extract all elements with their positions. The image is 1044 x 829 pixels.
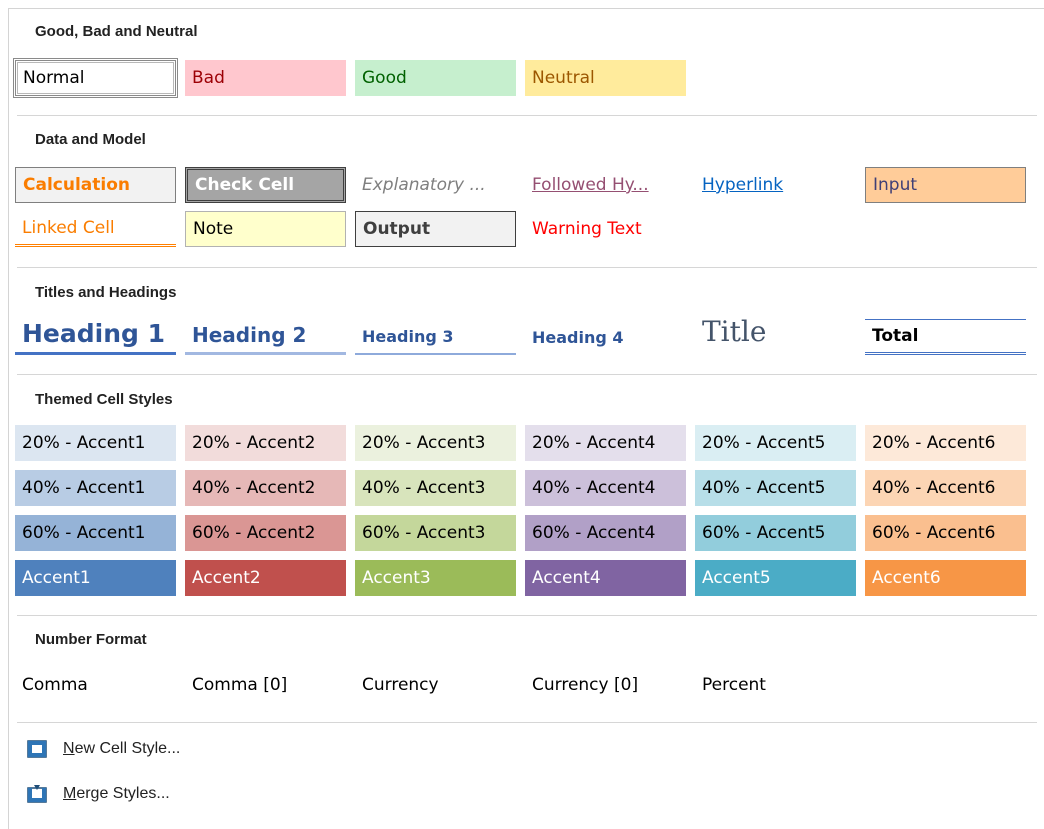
style-60-accent1[interactable]: 60% - Accent1 <box>15 515 176 551</box>
style-warning-text[interactable]: Warning Text <box>525 211 686 247</box>
merge-styles-accel: M <box>63 785 77 802</box>
merge-styles-label: Merge Styles... <box>63 785 170 803</box>
style-40-accent2[interactable]: 40% - Accent2 <box>185 470 346 506</box>
style-percent[interactable]: Percent <box>695 667 856 703</box>
style-accent3[interactable]: Accent3 <box>355 560 516 596</box>
separator <box>17 374 1037 375</box>
cell-styles-gallery: Good, Bad and Neutral Normal Bad Good Ne… <box>8 8 1044 829</box>
style-total[interactable]: Total <box>865 319 1026 355</box>
style-input[interactable]: Input <box>865 167 1026 203</box>
style-currency-0[interactable]: Currency [0] <box>525 667 686 703</box>
style-60-accent3[interactable]: 60% - Accent3 <box>355 515 516 551</box>
separator <box>17 615 1037 616</box>
merge-styles-text: erge Styles... <box>76 785 170 802</box>
style-accent4[interactable]: Accent4 <box>525 560 686 596</box>
style-linked-cell[interactable]: Linked Cell <box>15 211 176 247</box>
style-accent2[interactable]: Accent2 <box>185 560 346 596</box>
new-cell-style-accel: N <box>63 740 75 757</box>
style-heading-4[interactable]: Heading 4 <box>525 319 686 355</box>
style-40-accent3[interactable]: 40% - Accent3 <box>355 470 516 506</box>
new-cell-style-label: New Cell Style... <box>63 740 180 758</box>
section-titles-headings: Titles and Headings <box>35 284 177 301</box>
section-data-model: Data and Model <box>35 131 146 148</box>
style-bad[interactable]: Bad <box>185 60 346 96</box>
new-cell-style-text: ew Cell Style... <box>74 740 181 757</box>
style-60-accent2[interactable]: 60% - Accent2 <box>185 515 346 551</box>
style-20-accent5[interactable]: 20% - Accent5 <box>695 425 856 461</box>
style-good[interactable]: Good <box>355 60 516 96</box>
merge-styles-icon <box>27 785 47 803</box>
style-20-accent2[interactable]: 20% - Accent2 <box>185 425 346 461</box>
style-output[interactable]: Output <box>355 211 516 247</box>
style-neutral[interactable]: Neutral <box>525 60 686 96</box>
style-40-accent5[interactable]: 40% - Accent5 <box>695 470 856 506</box>
style-accent5[interactable]: Accent5 <box>695 560 856 596</box>
style-20-accent3[interactable]: 20% - Accent3 <box>355 425 516 461</box>
cell-style-grid-icon <box>27 740 47 758</box>
merge-styles-menu-item[interactable]: Merge Styles... <box>27 780 327 808</box>
style-comma-0[interactable]: Comma [0] <box>185 667 346 703</box>
style-calculation[interactable]: Calculation <box>15 167 176 203</box>
style-40-accent4[interactable]: 40% - Accent4 <box>525 470 686 506</box>
style-note[interactable]: Note <box>185 211 346 247</box>
style-normal[interactable]: Normal <box>13 58 178 98</box>
style-accent1[interactable]: Accent1 <box>15 560 176 596</box>
style-heading-1[interactable]: Heading 1 <box>15 315 176 355</box>
style-followed-hyperlink[interactable]: Followed Hy... <box>525 167 686 203</box>
style-60-accent6[interactable]: 60% - Accent6 <box>865 515 1026 551</box>
style-40-accent6[interactable]: 40% - Accent6 <box>865 470 1026 506</box>
style-accent6[interactable]: Accent6 <box>865 560 1026 596</box>
new-cell-style-menu-item[interactable]: New Cell Style... <box>27 735 327 763</box>
style-comma[interactable]: Comma <box>15 667 176 703</box>
section-number-format: Number Format <box>35 631 147 648</box>
separator <box>17 115 1037 116</box>
style-40-accent1[interactable]: 40% - Accent1 <box>15 470 176 506</box>
separator <box>17 267 1037 268</box>
style-currency[interactable]: Currency <box>355 667 516 703</box>
style-title[interactable]: Title <box>695 311 856 351</box>
style-60-accent5[interactable]: 60% - Accent5 <box>695 515 856 551</box>
style-20-accent1[interactable]: 20% - Accent1 <box>15 425 176 461</box>
section-good-bad-neutral: Good, Bad and Neutral <box>35 23 198 40</box>
style-explanatory[interactable]: Explanatory ... <box>355 167 516 203</box>
style-60-accent4[interactable]: 60% - Accent4 <box>525 515 686 551</box>
style-check-cell[interactable]: Check Cell <box>185 167 346 203</box>
style-20-accent4[interactable]: 20% - Accent4 <box>525 425 686 461</box>
style-heading-2[interactable]: Heading 2 <box>185 317 346 355</box>
section-themed-cell-styles: Themed Cell Styles <box>35 391 173 408</box>
separator <box>17 722 1037 723</box>
style-20-accent6[interactable]: 20% - Accent6 <box>865 425 1026 461</box>
style-heading-3[interactable]: Heading 3 <box>355 319 516 355</box>
style-hyperlink[interactable]: Hyperlink <box>695 167 856 203</box>
